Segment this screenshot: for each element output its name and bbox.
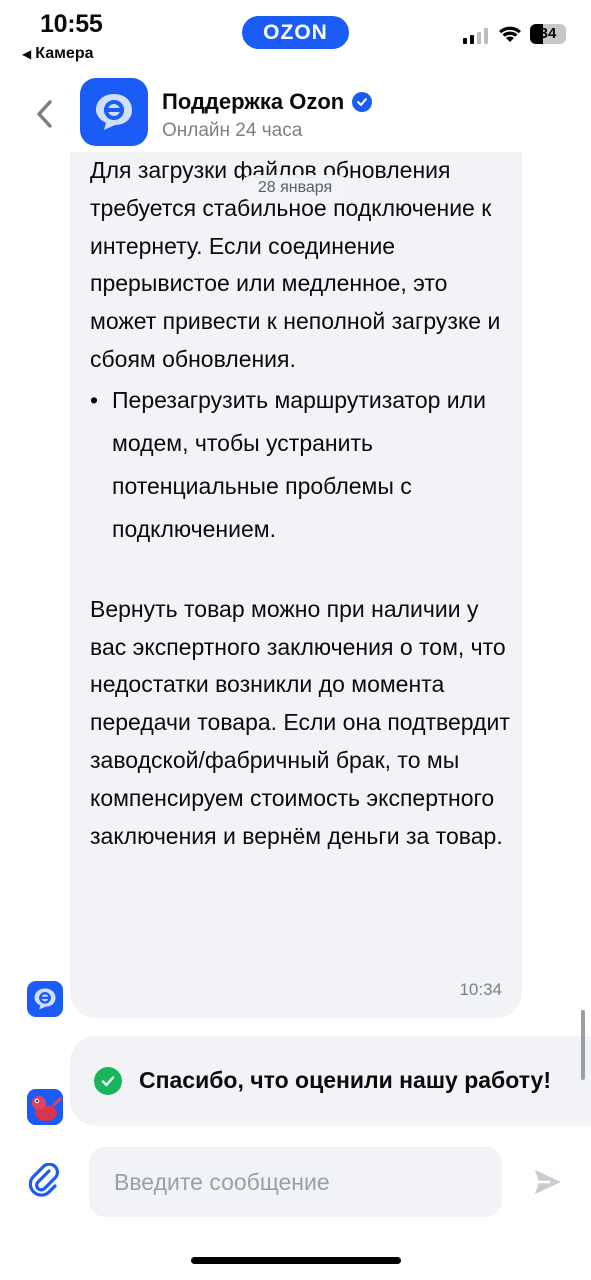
support-small-avatar bbox=[27, 981, 63, 1017]
chat-title: Поддержка Ozon bbox=[162, 89, 373, 115]
message-bullet-item: • Перезагрузить маршрутизатор или модем,… bbox=[90, 379, 510, 551]
rating-thanks-text: Спасибо, что оценили нашу работу! bbox=[139, 1067, 552, 1093]
back-button[interactable] bbox=[26, 94, 62, 134]
status-time: 10:55 bbox=[40, 10, 103, 38]
back-to-app-link[interactable]: ◀ Камера bbox=[22, 45, 94, 63]
attach-button[interactable] bbox=[28, 1162, 62, 1199]
support-chat-bubble-icon bbox=[96, 94, 132, 130]
message-timestamp: 10:34 bbox=[459, 980, 502, 999]
battery-icon: 34 bbox=[530, 24, 566, 44]
verified-icon bbox=[352, 92, 373, 112]
bullet-mark: • bbox=[90, 386, 99, 413]
paperclip-icon bbox=[28, 1162, 59, 1197]
chat-subtitle: Онлайн 24 часа bbox=[162, 120, 303, 141]
date-separator: 28 января bbox=[240, 175, 350, 201]
send-icon bbox=[535, 1170, 561, 1194]
scrollbar[interactable] bbox=[581, 1010, 585, 1080]
support-chat-bubble-icon bbox=[34, 988, 56, 1010]
mascot-icon bbox=[27, 1089, 63, 1125]
bullet-text: Перезагрузить маршрутизатор или модем, ч… bbox=[112, 386, 486, 542]
cellular-signal-icon bbox=[463, 27, 488, 44]
rating-message-bubble: Спасибо, что оценили нашу работу! bbox=[70, 1036, 591, 1126]
home-indicator[interactable] bbox=[191, 1257, 401, 1264]
support-avatar[interactable] bbox=[80, 78, 148, 146]
message-text: Для загрузки файлов обновления требуется… bbox=[90, 152, 510, 855]
check-circle-icon bbox=[94, 1067, 122, 1095]
send-button[interactable] bbox=[532, 1166, 564, 1198]
message-paragraph: Вернуть товар можно при наличии у вас эк… bbox=[90, 595, 510, 849]
chat-title-text: Поддержка Ozon bbox=[162, 89, 345, 114]
battery-level: 34 bbox=[539, 25, 557, 42]
mascot-avatar bbox=[27, 1089, 63, 1125]
wifi-icon bbox=[499, 26, 521, 42]
chevron-left-icon bbox=[37, 100, 52, 128]
ozon-brand-badge: OZON bbox=[242, 16, 349, 49]
support-message-bubble: Для загрузки файлов обновления требуется… bbox=[70, 152, 522, 1018]
chat-header: Поддержка Ozon Онлайн 24 часа bbox=[0, 72, 591, 158]
message-input[interactable]: Введите сообщение bbox=[89, 1147, 502, 1217]
back-app-label: Камера bbox=[35, 45, 94, 62]
status-bar: 10:55 ◀ Камера OZON 34 bbox=[0, 0, 591, 70]
back-triangle-icon: ◀ bbox=[22, 47, 32, 61]
